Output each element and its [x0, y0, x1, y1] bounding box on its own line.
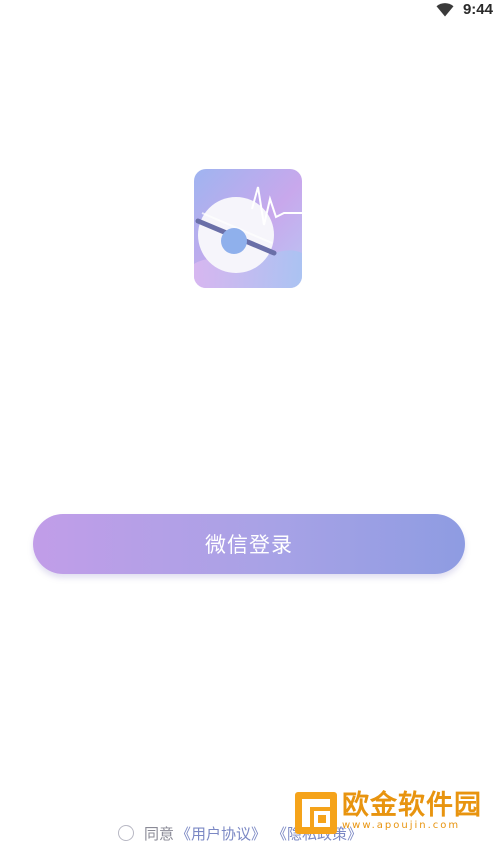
status-time: 9:44 [462, 1, 493, 18]
wifi-icon [436, 3, 454, 17]
watermark-title: 欧金软件园 [342, 790, 482, 821]
agreement-checkbox[interactable] [118, 825, 134, 841]
watermark-url: www.apoujin.com [342, 820, 461, 831]
status-bar: 9:44 [0, 0, 500, 24]
wechat-login-button[interactable]: 微信登录 [33, 514, 465, 574]
agreement-prefix: 同意 [144, 824, 175, 843]
wechat-login-label: 微信登录 [205, 533, 293, 557]
app-logo-icon [194, 169, 302, 288]
user-agreement-link[interactable]: 《用户协议》 [176, 823, 266, 844]
watermark: 欧金软件园 www.apoujin.com [294, 791, 496, 835]
watermark-logo-icon [295, 792, 337, 834]
